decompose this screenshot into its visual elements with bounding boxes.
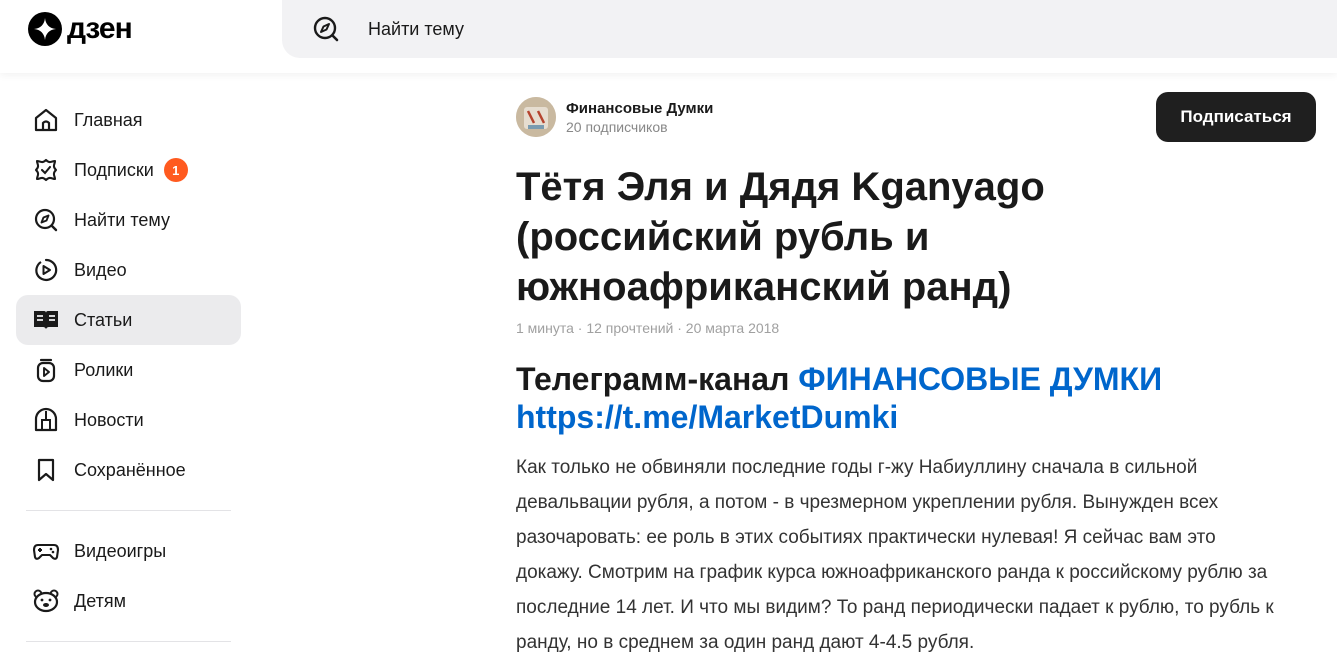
subscribe-button[interactable]: Подписаться [1156,92,1316,142]
telegram-channel-link[interactable]: ФИНАНСОВЫЕ ДУМКИ [798,361,1162,397]
sidebar-item-label: Статьи [74,309,133,330]
dzen-logo-icon [28,12,62,46]
article-body-paragraph: Как только не обвиняли последние годы г-… [516,457,1274,653]
sidebar-item-label: Видео [74,259,127,280]
sidebar-item-label: Главная [74,109,143,130]
shorts-icon [32,356,60,384]
video-icon [32,256,60,284]
sidebar-item-find-topic[interactable]: Найти тему [16,195,241,245]
sidebar-item-videogames[interactable]: Видеоигры [16,526,241,576]
telegram-url-link[interactable]: https://t.me/MarketDumki [516,399,898,435]
sidebar-nav: Главная Подписки 1 Найти тему Видео Стат… [16,95,241,657]
news-icon [32,406,60,434]
sidebar-item-label: Ролики [74,359,134,380]
articles-icon [32,306,60,334]
sidebar-item-label: Найти тему [74,209,170,230]
subheading-prefix: Телеграмм-канал [516,361,799,397]
channel-header[interactable]: Финансовые Думки 20 подписчиков [516,97,713,137]
subscriptions-icon [32,156,60,184]
avatar[interactable] [516,97,556,137]
article-subheading: Телеграмм-канал ФИНАНСОВЫЕ ДУМКИ https:/… [516,360,1276,436]
sidebar-divider [26,510,231,511]
kids-icon [32,587,60,615]
sidebar-item-subscriptions[interactable]: Подписки 1 [16,145,241,195]
sidebar-divider [26,641,231,642]
compass-search-icon [312,15,340,43]
sidebar-item-label: Сохранённое [74,459,186,480]
sidebar-item-label: Новости [74,409,144,430]
gamepad-icon [32,537,60,565]
sidebar-item-video[interactable]: Видео [16,245,241,295]
search-input[interactable]: Найти тему [368,19,464,40]
channel-name[interactable]: Финансовые Думки [566,100,713,117]
home-icon [32,106,60,134]
sidebar-item-label: Видеоигры [74,540,167,561]
search-bar[interactable]: Найти тему [282,0,1337,58]
dzen-logo[interactable]: дзен [28,11,133,47]
sidebar-item-saved[interactable]: Сохранённое [16,445,241,495]
notification-badge: 1 [163,158,188,182]
channel-info: Финансовые Думки 20 подписчиков [566,100,713,135]
sidebar-item-news[interactable]: Новости [16,395,241,445]
bookmark-icon [32,456,60,484]
sidebar-item-label: Детям [74,590,126,611]
sidebar-item-kids[interactable]: Детям [16,576,241,626]
logo-text: дзен [67,12,133,45]
sidebar-item-articles[interactable]: Статьи [16,295,241,345]
article-title: Тётя Эля и Дядя Kganyago (российский руб… [516,165,1045,309]
sidebar-item-home[interactable]: Главная [16,95,241,145]
top-header: дзен Найти тему [0,0,1337,73]
sidebar-item-shorts[interactable]: Ролики [16,345,241,395]
article-meta: 1 минута · 12 прочтений · 20 марта 2018 [516,320,780,336]
sidebar-item-label: Подписки [74,159,154,180]
compass-icon [32,206,60,234]
channel-subscribers: 20 подписчиков [566,118,668,135]
